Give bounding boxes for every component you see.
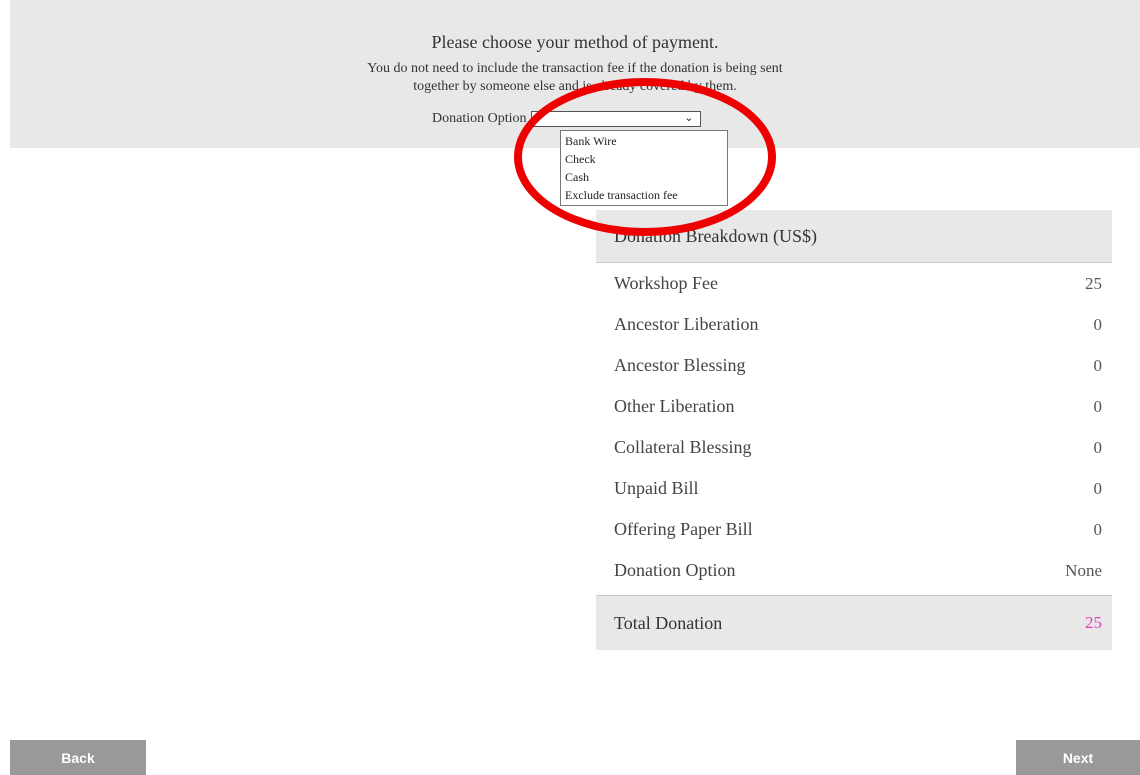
row-label: Ancestor Liberation bbox=[614, 314, 759, 334]
row-value: None bbox=[1065, 560, 1102, 580]
row-value: 0 bbox=[1093, 437, 1103, 457]
row-label: Workshop Fee bbox=[614, 273, 719, 293]
row-value: 0 bbox=[1093, 355, 1103, 375]
dropdown-option-bank-wire[interactable]: Bank Wire bbox=[561, 132, 727, 150]
donation-breakdown: Donation Breakdown (US$) Workshop Fee 25… bbox=[596, 210, 1112, 650]
total-value: 25 bbox=[1085, 613, 1102, 632]
payment-title: Please choose your method of payment. bbox=[431, 32, 719, 52]
breakdown-row-ancestor-blessing: Ancestor Blessing 0 bbox=[596, 345, 1112, 386]
breakdown-title: Donation Breakdown (US$) bbox=[596, 210, 1112, 263]
row-label: Other Liberation bbox=[614, 396, 735, 416]
breakdown-row-offering-paper-bill: Offering Paper Bill 0 bbox=[596, 509, 1112, 550]
row-value: 0 bbox=[1093, 478, 1103, 498]
breakdown-row-collateral-blessing: Collateral Blessing 0 bbox=[596, 427, 1112, 468]
row-label: Offering Paper Bill bbox=[614, 519, 753, 539]
note-line-1: You do not need to include the transacti… bbox=[367, 61, 783, 76]
back-button[interactable]: Back bbox=[10, 740, 146, 775]
note-line-2: together by someone else and is already … bbox=[413, 79, 737, 94]
breakdown-row-other-liberation: Other Liberation 0 bbox=[596, 386, 1112, 427]
donation-option-label: Donation Option bbox=[432, 111, 527, 126]
row-label: Unpaid Bill bbox=[614, 478, 699, 498]
row-value: 0 bbox=[1093, 396, 1103, 416]
total-label: Total Donation bbox=[614, 612, 723, 633]
dropdown-option-exclude-fee[interactable]: Exclude transaction fee bbox=[561, 186, 727, 204]
row-value: 0 bbox=[1093, 314, 1103, 334]
breakdown-row-unpaid-bill: Unpaid Bill 0 bbox=[596, 468, 1112, 509]
row-label: Donation Option bbox=[614, 560, 736, 580]
breakdown-row-ancestor-liberation: Ancestor Liberation 0 bbox=[596, 304, 1112, 345]
next-button[interactable]: Next bbox=[1016, 740, 1140, 775]
donation-option-select[interactable]: ⌄ bbox=[530, 111, 701, 127]
dropdown-option-check[interactable]: Check bbox=[561, 150, 727, 168]
row-value: 0 bbox=[1093, 519, 1103, 539]
breakdown-row-donation-option: Donation Option None bbox=[596, 550, 1112, 591]
donation-option-row: Donation Option ⌄ bbox=[432, 111, 701, 127]
donation-option-dropdown: Bank Wire Check Cash Exclude transaction… bbox=[560, 130, 728, 206]
row-label: Collateral Blessing bbox=[614, 437, 752, 457]
breakdown-row-workshop-fee: Workshop Fee 25 bbox=[596, 263, 1112, 304]
transaction-fee-note: You do not need to include the transacti… bbox=[0, 60, 1140, 96]
row-value: 25 bbox=[1085, 273, 1102, 293]
chevron-down-icon: ⌄ bbox=[684, 111, 694, 124]
row-label: Ancestor Blessing bbox=[614, 355, 746, 375]
breakdown-total-row: Total Donation 25 bbox=[596, 595, 1112, 650]
dropdown-option-cash[interactable]: Cash bbox=[561, 168, 727, 186]
